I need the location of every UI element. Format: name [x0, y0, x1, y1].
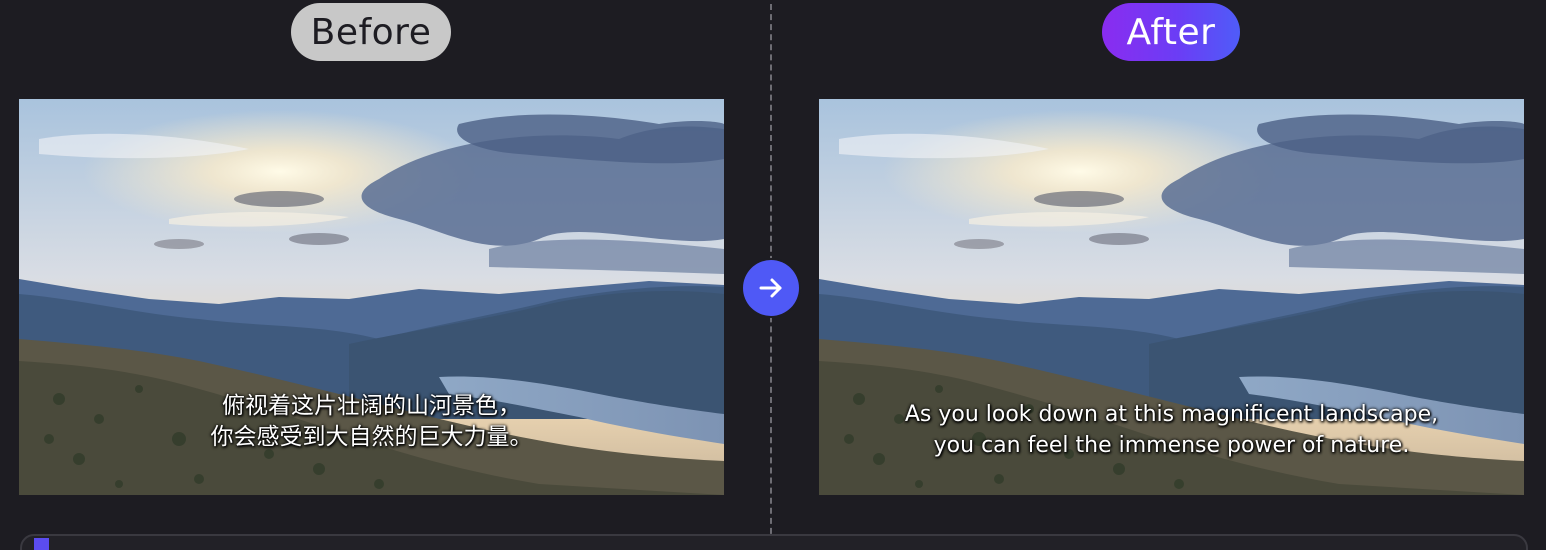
before-subtitle-line-1: 俯视着这片壮阔的山河景色，: [222, 393, 521, 419]
before-subtitle: 俯视着这片壮阔的山河景色， 你会感受到大自然的巨大力量。: [19, 391, 724, 453]
after-video-frame: As you look down at this magnificent lan…: [819, 99, 1524, 495]
arrow-right-icon: [759, 278, 782, 298]
before-video-frame: 俯视着这片壮阔的山河景色， 你会感受到大自然的巨大力量。: [19, 99, 724, 495]
before-label: Before: [291, 3, 451, 61]
comparison-stage: Before After 俯视着这片壮阔的山河景色， 你会感受到大自然的巨大力量…: [0, 0, 1546, 550]
after-subtitle-line-1: As you look down at this magnificent lan…: [904, 402, 1439, 427]
before-subtitle-line-2: 你会感受到大自然的巨大力量。: [210, 424, 533, 450]
transition-arrow-button[interactable]: [743, 260, 799, 316]
timeline-playhead[interactable]: [34, 538, 49, 550]
timeline-track[interactable]: [20, 534, 1528, 550]
after-label: After: [1102, 3, 1240, 61]
after-subtitle-line-2: you can feel the immense power of nature…: [933, 433, 1410, 458]
after-subtitle: As you look down at this magnificent lan…: [819, 399, 1524, 461]
